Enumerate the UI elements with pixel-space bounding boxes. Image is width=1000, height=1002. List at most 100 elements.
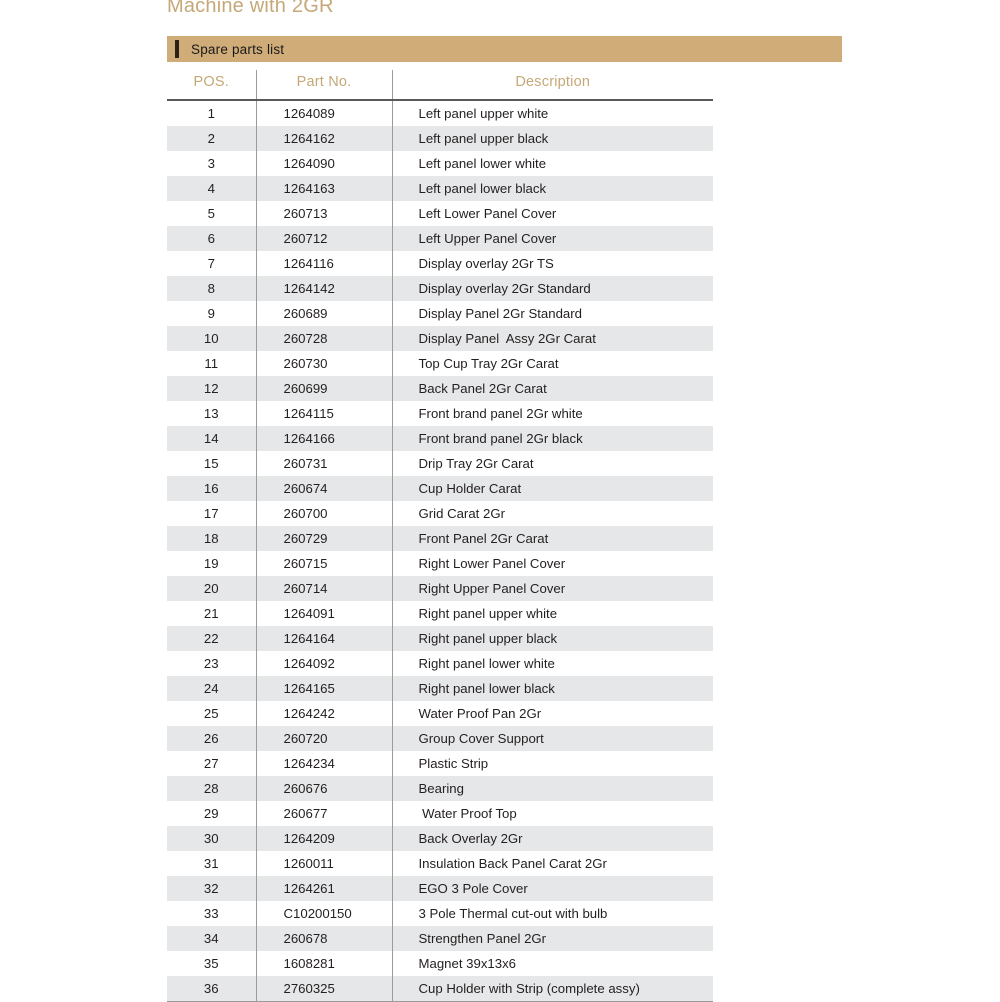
cell-description: EGO 3 Pole Cover — [392, 876, 713, 901]
cell-part-no: 1264166 — [256, 426, 393, 451]
table-row: 3 1264090 Left panel lower white — [167, 151, 713, 176]
cell-part-no: C10200150 — [256, 901, 393, 926]
table-row: 23 1264092 Right panel lower white — [167, 651, 713, 676]
cell-pos: 15 — [167, 451, 257, 476]
cell-description: Plastic Strip — [392, 751, 713, 776]
table-row: 19 260715 Right Lower Panel Cover — [167, 551, 713, 576]
table-row: 34 260678 Strengthen Panel 2Gr — [167, 926, 713, 951]
cell-part-no: 1608281 — [256, 951, 393, 976]
table-row: 26 260720 Group Cover Support — [167, 726, 713, 751]
table-row: 4 1264163 Left panel lower black — [167, 176, 713, 201]
table-row: 31 1260011 Insulation Back Panel Carat 2Gr — [167, 851, 713, 876]
table-row: 6 260712 Left Upper Panel Cover — [167, 226, 713, 251]
cell-part-no: 260712 — [256, 226, 393, 251]
cell-description: Cup Holder Carat — [392, 476, 713, 501]
cell-description: Left panel upper black — [392, 126, 713, 151]
table-row: 22 1264164 Right panel upper black — [167, 626, 713, 651]
table-row: 15 260731 Drip Tray 2Gr Carat — [167, 451, 713, 476]
cell-pos: 30 — [167, 826, 257, 851]
cell-description: Display Panel 2Gr Standard — [392, 301, 713, 326]
section-banner-label: Spare parts list — [191, 41, 285, 57]
cell-description: Water Proof Top — [392, 801, 713, 826]
cell-part-no: 260715 — [256, 551, 393, 576]
cell-description: Front brand panel 2Gr white — [392, 401, 713, 426]
cell-part-no: 1264115 — [256, 401, 393, 426]
column-header-pos: POS. — [167, 70, 257, 101]
table-row: 30 1264209 Back Overlay 2Gr — [167, 826, 713, 851]
cell-pos: 31 — [167, 851, 257, 876]
cell-part-no: 1264242 — [256, 701, 393, 726]
table-header-row: POS. Part No. Description — [167, 70, 713, 101]
cell-part-no: 260674 — [256, 476, 393, 501]
cell-description: Display overlay 2Gr Standard — [392, 276, 713, 301]
cell-pos: 14 — [167, 426, 257, 451]
cell-pos: 24 — [167, 676, 257, 701]
cell-part-no: 1264165 — [256, 676, 393, 701]
cell-pos: 33 — [167, 901, 257, 926]
cell-pos: 8 — [167, 276, 257, 301]
cell-pos: 20 — [167, 576, 257, 601]
cell-pos: 21 — [167, 601, 257, 626]
cell-part-no: 260678 — [256, 926, 393, 951]
table-row: 1 1264089 Left panel upper white — [167, 100, 713, 126]
table-row: 14 1264166 Front brand panel 2Gr black — [167, 426, 713, 451]
cell-description: Water Proof Pan 2Gr — [392, 701, 713, 726]
cell-description: Front Panel 2Gr Carat — [392, 526, 713, 551]
cell-pos: 26 — [167, 726, 257, 751]
table-row: 27 1264234 Plastic Strip — [167, 751, 713, 776]
cell-pos: 22 — [167, 626, 257, 651]
cell-part-no: 1264162 — [256, 126, 393, 151]
section-banner: Spare parts list — [167, 36, 842, 62]
cell-part-no: 260713 — [256, 201, 393, 226]
cell-pos: 34 — [167, 926, 257, 951]
table-body: 1 1264089 Left panel upper white 2 1264162 Le… — [167, 100, 713, 1002]
cell-pos: 28 — [167, 776, 257, 801]
cell-description: Display Panel Assy 2Gr Carat — [392, 326, 713, 351]
table-row: 25 1264242 Water Proof Pan 2Gr — [167, 701, 713, 726]
table-row: 11 260730 Top Cup Tray 2Gr Carat — [167, 351, 713, 376]
cell-description: Grid Carat 2Gr — [392, 501, 713, 526]
cell-pos: 6 — [167, 226, 257, 251]
cell-pos: 10 — [167, 326, 257, 351]
cell-pos: 32 — [167, 876, 257, 901]
cell-description: Right Upper Panel Cover — [392, 576, 713, 601]
cell-pos: 19 — [167, 551, 257, 576]
table-row: 28 260676 Bearing — [167, 776, 713, 801]
cell-part-no: 260677 — [256, 801, 393, 826]
table-row: 9 260689 Display Panel 2Gr Standard — [167, 301, 713, 326]
cell-description: Display overlay 2Gr TS — [392, 251, 713, 276]
cell-description: Left panel lower white — [392, 151, 713, 176]
cell-pos: 7 — [167, 251, 257, 276]
cell-part-no: 260720 — [256, 726, 393, 751]
cell-part-no: 260731 — [256, 451, 393, 476]
cell-part-no: 1264142 — [256, 276, 393, 301]
cell-part-no: 1264090 — [256, 151, 393, 176]
cell-part-no: 260714 — [256, 576, 393, 601]
cell-description: Left panel upper white — [392, 100, 713, 126]
cell-pos: 16 — [167, 476, 257, 501]
table-row: 18 260729 Front Panel 2Gr Carat — [167, 526, 713, 551]
cell-part-no: 260728 — [256, 326, 393, 351]
cell-pos: 9 — [167, 301, 257, 326]
table-row: 2 1264162 Left panel upper black — [167, 126, 713, 151]
cell-description: Group Cover Support — [392, 726, 713, 751]
cell-part-no: 260729 — [256, 526, 393, 551]
table-header: POS. Part No. Description — [167, 70, 713, 101]
table-row: 12 260699 Back Panel 2Gr Carat — [167, 376, 713, 401]
cell-description: Right panel upper white — [392, 601, 713, 626]
cell-part-no: 1264163 — [256, 176, 393, 201]
cell-pos: 5 — [167, 201, 257, 226]
cell-description: Insulation Back Panel Carat 2Gr — [392, 851, 713, 876]
table-row: 29 260677 Water Proof Top — [167, 801, 713, 826]
cell-description: Top Cup Tray 2Gr Carat — [392, 351, 713, 376]
cell-description: Left Upper Panel Cover — [392, 226, 713, 251]
cell-description: Bearing — [392, 776, 713, 801]
cell-description: Drip Tray 2Gr Carat — [392, 451, 713, 476]
cell-pos: 17 — [167, 501, 257, 526]
cell-description: Strengthen Panel 2Gr — [392, 926, 713, 951]
cell-pos: 12 — [167, 376, 257, 401]
cell-part-no: 260689 — [256, 301, 393, 326]
cell-part-no: 260676 — [256, 776, 393, 801]
table-row: 33 C10200150 3 Pole Thermal cut-out with b… — [167, 901, 713, 926]
cell-part-no: 1260011 — [256, 851, 393, 876]
